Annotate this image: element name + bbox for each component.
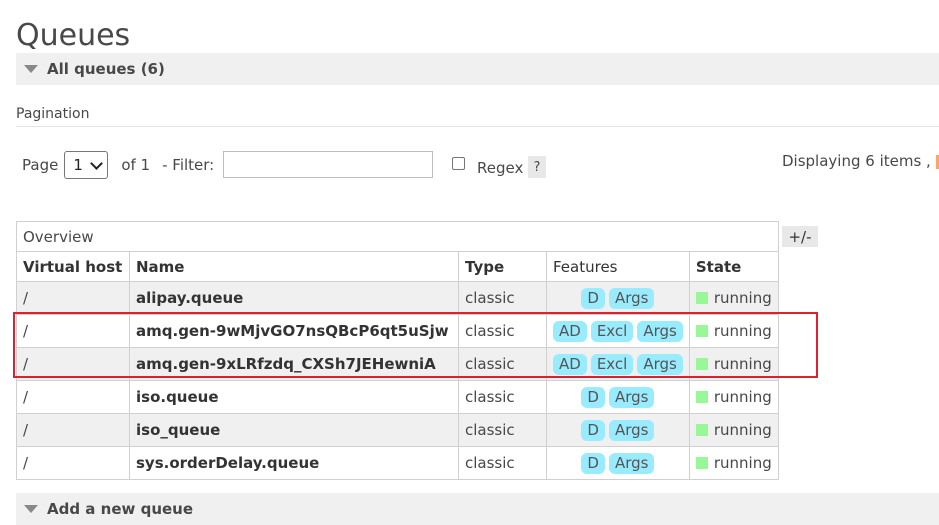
collapse-triangle-icon bbox=[24, 505, 38, 513]
queues-table: Overview Virtual host Name Type Features… bbox=[16, 221, 779, 480]
chevron-down-icon bbox=[90, 156, 104, 170]
queue-name-link[interactable]: amq.gen-9wMjvGO7nsQBcP6qt5uSjw bbox=[129, 314, 459, 348]
feature-tag[interactable]: Args bbox=[608, 419, 655, 441]
page-select-value: 1 bbox=[73, 156, 83, 174]
of-pages-label: of 1 bbox=[121, 156, 151, 174]
queue-vhost: / bbox=[16, 314, 130, 348]
queue-name-link[interactable]: amq.gen-9xLRfzdq_CXSh7JEHewniA bbox=[129, 347, 459, 381]
page-label: Page bbox=[22, 156, 59, 174]
state-wrapper: running bbox=[695, 289, 772, 307]
feature-tag[interactable]: Args bbox=[608, 452, 655, 474]
queue-features: D Args bbox=[546, 446, 690, 480]
state-label: running bbox=[713, 355, 772, 373]
queue-type: classic bbox=[458, 281, 547, 315]
queue-state: running bbox=[688, 446, 779, 480]
state-wrapper: running bbox=[695, 454, 772, 472]
queue-state: running bbox=[688, 347, 779, 381]
feature-tag[interactable]: Args bbox=[637, 320, 683, 342]
all-queues-section-header[interactable]: All queues (6) bbox=[16, 53, 939, 85]
page-title: Queues bbox=[16, 18, 131, 53]
column-header-state[interactable]: State bbox=[688, 251, 779, 282]
filter-label: - Filter: bbox=[162, 156, 215, 174]
state-label: running bbox=[713, 289, 772, 307]
queue-vhost: / bbox=[16, 347, 130, 381]
queue-type: classic bbox=[458, 380, 547, 414]
table-row: / amq.gen-9wMjvGO7nsQBcP6qt5uSjw classic AD… bbox=[16, 314, 779, 348]
state-label: running bbox=[713, 388, 772, 406]
state-label: running bbox=[713, 421, 772, 439]
displaying-items-text: Displaying 6 items , bbox=[782, 152, 931, 170]
add-queue-section-header[interactable]: Add a new queue bbox=[16, 493, 939, 525]
queue-state: running bbox=[688, 413, 779, 447]
feature-tag[interactable]: AD bbox=[553, 320, 587, 342]
table-row: / iso_queue classic D Args running bbox=[16, 413, 779, 447]
status-square-icon bbox=[695, 424, 708, 436]
status-square-icon bbox=[695, 358, 708, 370]
regex-help-button[interactable]: ? bbox=[528, 156, 546, 178]
queue-vhost: / bbox=[16, 446, 130, 480]
queue-vhost: / bbox=[16, 281, 130, 315]
state-wrapper: running bbox=[695, 322, 772, 340]
queue-vhost: / bbox=[16, 413, 130, 447]
queue-features: AD Excl Args bbox=[546, 347, 690, 381]
table-row: / iso.queue classic D Args running bbox=[16, 380, 779, 414]
queue-name-link[interactable]: alipay.queue bbox=[129, 281, 459, 315]
column-header-name[interactable]: Name bbox=[129, 251, 459, 282]
state-wrapper: running bbox=[695, 388, 772, 406]
regex-label: Regex bbox=[477, 159, 524, 177]
feature-tag[interactable]: D bbox=[581, 386, 605, 408]
feature-tag[interactable]: Args bbox=[608, 287, 655, 309]
feature-tag[interactable]: Excl bbox=[590, 353, 634, 375]
feature-tag[interactable]: D bbox=[581, 419, 605, 441]
queue-type: classic bbox=[458, 347, 547, 381]
queue-type: classic bbox=[458, 413, 547, 447]
column-header-vhost[interactable]: Virtual host bbox=[16, 251, 130, 282]
column-header-features: Features bbox=[546, 251, 690, 282]
feature-tag[interactable]: D bbox=[581, 452, 605, 474]
queue-features: D Args bbox=[546, 413, 690, 447]
filter-input[interactable] bbox=[223, 151, 433, 178]
table-row: / sys.orderDelay.queue classic D Args running bbox=[16, 446, 779, 480]
state-wrapper: running bbox=[695, 421, 772, 439]
status-square-icon bbox=[695, 325, 708, 337]
state-label: running bbox=[713, 454, 772, 472]
queue-features: AD Excl Args bbox=[546, 314, 690, 348]
add-queue-label: Add a new queue bbox=[47, 500, 194, 518]
overview-group-header: Overview bbox=[16, 221, 779, 252]
queue-vhost: / bbox=[16, 380, 130, 414]
queue-state: running bbox=[688, 281, 779, 315]
all-queues-label: All queues (6) bbox=[47, 60, 165, 78]
queue-name-link[interactable]: sys.orderDelay.queue bbox=[129, 446, 459, 480]
column-toggle-button[interactable]: +/- bbox=[782, 226, 818, 247]
feature-tag[interactable]: Args bbox=[608, 386, 655, 408]
state-label: running bbox=[713, 322, 772, 340]
table-row: / alipay.queue classic D Args running bbox=[16, 281, 779, 315]
collapse-triangle-icon bbox=[24, 65, 38, 73]
queue-state: running bbox=[688, 380, 779, 414]
table-row: / amq.gen-9xLRfzdq_CXSh7JEHewniA classic AD… bbox=[16, 347, 779, 381]
column-header-type[interactable]: Type bbox=[458, 251, 547, 282]
queue-type: classic bbox=[458, 446, 547, 480]
pagination-heading: Pagination bbox=[16, 106, 939, 127]
pagination-controls: Page 1 of 1 - Filter: bbox=[22, 150, 214, 180]
queue-name-link[interactable]: iso_queue bbox=[129, 413, 459, 447]
feature-tag[interactable]: Args bbox=[637, 353, 683, 375]
feature-tag[interactable]: Excl bbox=[590, 320, 634, 342]
status-square-icon bbox=[695, 292, 708, 304]
queue-type: classic bbox=[458, 314, 547, 348]
status-square-icon bbox=[695, 391, 708, 403]
queue-features: D Args bbox=[546, 281, 690, 315]
queue-features: D Args bbox=[546, 380, 690, 414]
feature-tag[interactable]: D bbox=[581, 287, 605, 309]
page-select[interactable]: 1 bbox=[64, 151, 109, 179]
state-wrapper: running bbox=[695, 355, 772, 373]
status-square-icon bbox=[695, 457, 708, 469]
feature-tag[interactable]: AD bbox=[553, 353, 587, 375]
queue-name-link[interactable]: iso.queue bbox=[129, 380, 459, 414]
regex-checkbox[interactable] bbox=[452, 157, 465, 170]
queue-state: running bbox=[688, 314, 779, 348]
